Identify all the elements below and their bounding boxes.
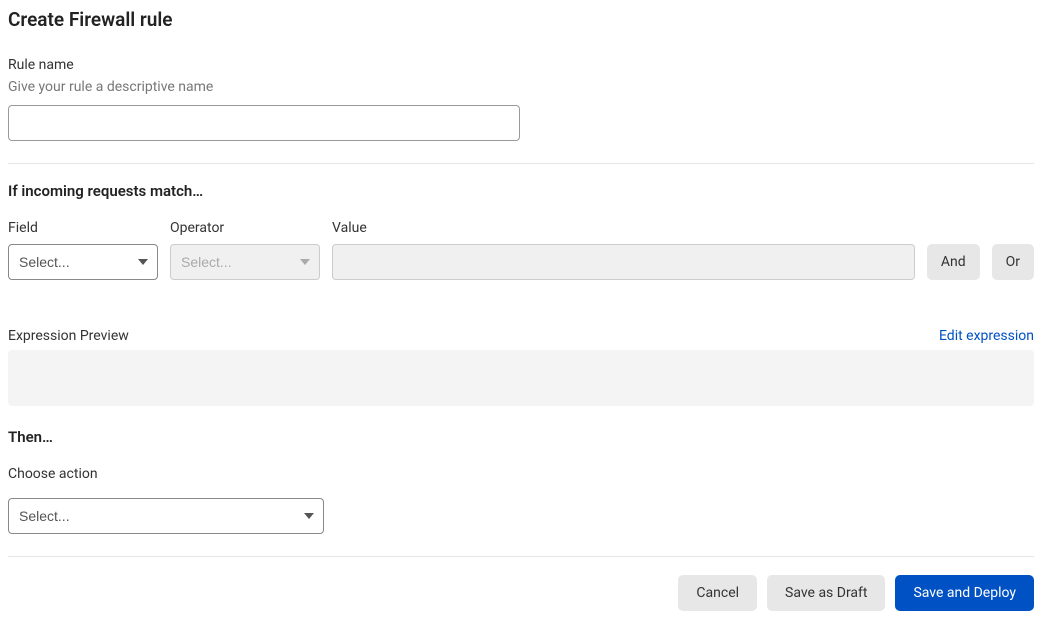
edit-expression-link[interactable]: Edit expression [939, 328, 1034, 344]
cancel-button[interactable]: Cancel [678, 575, 757, 611]
then-heading: Then… [8, 428, 1034, 446]
operator-column: Operator Select... [170, 220, 320, 280]
preview-header: Expression Preview Edit expression [8, 328, 1034, 344]
field-column: Field Select... [8, 220, 158, 280]
save-draft-button[interactable]: Save as Draft [767, 575, 885, 611]
footer-actions: Cancel Save as Draft Save and Deploy [8, 575, 1034, 611]
expression-preview-label: Expression Preview [8, 328, 129, 344]
field-label: Field [8, 220, 158, 236]
or-button[interactable]: Or [992, 244, 1034, 280]
and-button[interactable]: And [927, 244, 980, 280]
expression-preview-box [8, 350, 1034, 406]
operator-select: Select... [170, 244, 320, 280]
field-select[interactable]: Select... [8, 244, 158, 280]
then-section: Then… Choose action Select... [8, 428, 1034, 534]
rule-name-input[interactable] [8, 105, 520, 141]
action-select[interactable]: Select... [8, 498, 324, 534]
value-label: Value [332, 220, 915, 236]
match-heading: If incoming requests match… [8, 182, 1034, 200]
page-title: Create Firewall rule [8, 8, 1034, 31]
match-section: If incoming requests match… Field Select… [8, 182, 1034, 406]
rule-name-label: Rule name [8, 57, 1034, 73]
rule-name-help: Give your rule a descriptive name [8, 79, 1034, 95]
save-deploy-button[interactable]: Save and Deploy [895, 575, 1034, 611]
divider [8, 556, 1034, 557]
operator-label: Operator [170, 220, 320, 236]
match-row: Field Select... Operator Select... Value… [8, 220, 1034, 280]
value-column: Value [332, 220, 915, 280]
value-input [332, 244, 915, 280]
divider [8, 163, 1034, 164]
choose-action-label: Choose action [8, 466, 1034, 482]
rule-name-section: Rule name Give your rule a descriptive n… [8, 57, 1034, 141]
